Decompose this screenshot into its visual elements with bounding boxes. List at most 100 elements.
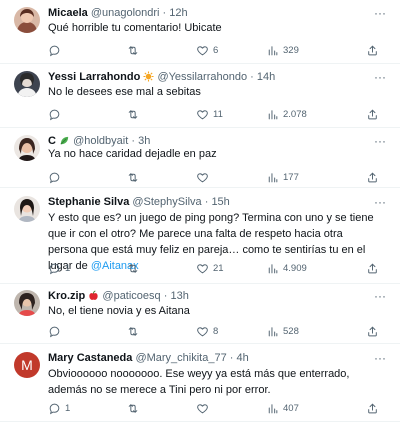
like-icon [196,44,209,57]
reply-tweet[interactable]: M Mary Castaneda @Mary_chikita_77 · 4h ···… [0,344,400,422]
reply-tweet[interactable]: Stephanie Silva @StephySilva · 15h ··· Y e… [0,188,400,284]
tweet-header: Mary Castaneda @Mary_chikita_77 · 4h [48,351,370,365]
like-button[interactable]: 6 [196,43,218,57]
reply-tweet[interactable]: Micaela @unagolondri · 12h ··· Qué horribl… [0,0,400,64]
like-button[interactable]: 11 [196,107,223,121]
sun-emoji-icon [143,71,154,82]
avatar[interactable] [14,71,40,97]
views-icon [266,44,279,57]
reply-button[interactable] [48,170,65,184]
more-icon[interactable]: ··· [374,71,386,83]
reply-button[interactable]: 1 [48,261,70,275]
separator-dot: · [163,290,168,302]
reply-icon [48,108,61,121]
more-icon[interactable]: ··· [374,290,386,302]
retweet-button[interactable] [126,43,144,57]
author-name[interactable]: Mary Castaneda [48,352,132,364]
retweet-icon [126,108,140,121]
share-button[interactable] [366,261,379,275]
views-button[interactable]: 4.909 [266,261,307,275]
timestamp[interactable]: 14h [257,71,275,83]
share-button[interactable] [366,170,379,184]
avatar[interactable] [14,135,40,161]
share-icon [366,325,379,338]
author-handle[interactable]: @paticoesq [102,290,160,302]
views-button[interactable]: 329 [266,43,299,57]
views-icon [266,108,279,121]
share-icon [366,108,379,121]
retweet-icon [126,44,140,57]
name-emoji [85,290,99,302]
share-button[interactable] [366,107,379,121]
timestamp[interactable]: 15h [211,196,229,208]
action-bar: 11 2.078 [48,107,378,121]
like-icon [196,108,209,121]
retweet-button[interactable] [126,324,144,338]
views-button[interactable]: 2.078 [266,107,307,121]
views-button[interactable]: 177 [266,170,299,184]
reply-button[interactable]: 1 [48,401,70,415]
reply-icon [48,325,61,338]
author-name[interactable]: Micaela [48,7,88,19]
share-button[interactable] [366,401,379,415]
like-button[interactable] [196,401,213,415]
like-button[interactable] [196,170,213,184]
like-button[interactable]: 8 [196,324,218,338]
tweet-body: Ya no hace caridad dejadle en paz [48,148,217,160]
views-button[interactable]: 407 [266,401,299,415]
tweet-header: Kro.zip @paticoesq · 13h [48,289,370,303]
author-name[interactable]: Kro.zip [48,290,85,302]
like-button[interactable]: 21 [196,261,224,275]
more-icon[interactable]: ··· [374,7,386,19]
reply-icon [48,402,61,415]
views-count: 2.078 [283,108,307,120]
tweet-body: No, el tiene novia y es Aitana [48,305,190,317]
author-name[interactable]: Stephanie Silva [48,196,129,208]
share-icon [366,262,379,275]
avatar[interactable] [14,7,40,33]
separator-dot: · [229,352,234,364]
retweet-button[interactable] [126,170,144,184]
tweet-text: Ya no hace caridad dejadle en paz [48,146,382,162]
more-icon[interactable]: ··· [374,352,386,364]
separator-dot: · [162,7,167,19]
author-handle[interactable]: @unagolondri [91,7,160,19]
likes-count: 8 [213,325,219,337]
views-count: 177 [283,171,299,183]
more-icon[interactable]: ··· [374,135,386,147]
reply-tweet[interactable]: C @holdbyait · 3h ··· Ya no hace caridad d… [0,128,400,188]
retweet-button[interactable] [126,401,144,415]
author-name[interactable]: Yessi Larrahondo [48,71,140,83]
timestamp[interactable]: 4h [237,352,249,364]
retweet-button[interactable] [126,107,144,121]
tweet-text: Obvioooooo nooooooo. Ese weyy ya está má… [48,366,382,398]
views-button[interactable]: 528 [266,324,299,338]
reply-button[interactable] [48,107,65,121]
avatar[interactable] [14,196,40,222]
more-icon[interactable]: ··· [374,196,386,208]
separator-dot: · [204,196,209,208]
apple-emoji-icon [89,290,98,300]
reply-button[interactable] [48,43,65,57]
action-bar: 8 528 [48,324,378,338]
like-icon [196,262,209,275]
timestamp[interactable]: 13h [170,290,188,302]
share-button[interactable] [366,43,379,57]
reply-tweet[interactable]: Yessi Larrahondo @Yessilarrahondo · 14h ·… [0,64,400,128]
name-emoji [140,71,154,83]
avatar[interactable]: M [14,352,40,378]
tweet-header: Micaela @unagolondri · 12h [48,6,370,20]
author-handle[interactable]: @Yessilarrahondo [157,71,247,83]
retweet-icon [126,402,140,415]
timestamp[interactable]: 12h [169,7,187,19]
reply-button[interactable] [48,324,65,338]
action-bar: 1 407 [48,401,378,415]
views-count: 407 [283,402,299,414]
author-handle[interactable]: @Mary_chikita_77 [135,352,226,364]
retweet-button[interactable] [126,261,144,275]
author-handle[interactable]: @StephySilva [132,196,201,208]
share-button[interactable] [366,324,379,338]
avatar[interactable] [14,290,40,316]
views-icon [266,262,279,275]
reply-tweet[interactable]: Kro.zip @paticoesq · 13h ··· No, el tiene … [0,284,400,344]
